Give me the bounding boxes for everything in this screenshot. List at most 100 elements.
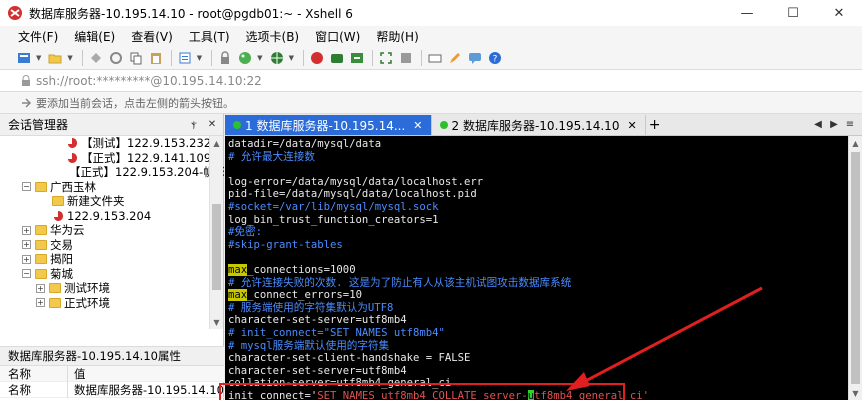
close-button[interactable]: ✕ (816, 0, 862, 26)
collapse-icon[interactable]: − (22, 182, 31, 192)
tree-item-label: 正式环境 (64, 295, 110, 310)
tree-item-label: 新建文件夹 (67, 194, 125, 209)
collapse-icon[interactable]: − (22, 269, 31, 279)
tree-item[interactable]: 【测试】122.9.153.232 (0, 136, 224, 151)
menu-view[interactable]: 查看(V) (131, 28, 173, 45)
tab-prev-icon[interactable]: ◀ (810, 116, 826, 132)
chat-icon[interactable] (467, 50, 483, 66)
terminal-line: #免密: (228, 226, 262, 239)
session-icon (54, 210, 63, 221)
open-dropdown-icon[interactable]: ▼ (67, 54, 72, 62)
tree-item[interactable]: + 华为云 (0, 223, 224, 238)
tree-item[interactable]: 【正式】122.9.153.204-帆钐 (0, 165, 224, 180)
scroll-up-icon[interactable]: ▲ (210, 136, 223, 150)
tree-item[interactable]: + 交易 (0, 238, 224, 253)
tab-close-icon[interactable]: ✕ (413, 119, 422, 132)
terminal-line: character-set-client-handshake = FALSE (228, 352, 471, 365)
xshell-icon[interactable] (309, 50, 325, 66)
disconnect-icon[interactable] (108, 50, 124, 66)
session-tree-scrollbar[interactable]: ▲ ▼ (209, 136, 223, 329)
hint-text: 要添加当前会话，点击左侧的箭头按钮。 (36, 96, 234, 110)
terminal-line: # 允许连接失败的次数. 这是为了防止有人从该主机试图攻击数据库系统 (228, 276, 572, 289)
add-session-arrow-icon[interactable] (20, 97, 32, 109)
terminal-scrollbar[interactable]: ▲ ▼ (848, 136, 862, 400)
tree-item[interactable]: 122.9.153.204 (0, 209, 224, 224)
new-session-dropdown-icon[interactable]: ▼ (36, 54, 41, 62)
folder-icon (35, 268, 47, 279)
globe-icon[interactable] (269, 50, 285, 66)
minimize-button[interactable]: — (724, 0, 770, 26)
terminal-line: max_connect_errors=10 (228, 289, 362, 302)
tab-label: 2 数据库服务器-10.195.14.10 (451, 118, 620, 133)
tree-item[interactable]: − 广西玉林 (0, 180, 224, 195)
tab-navigation: ◀ ▶ ≡ (810, 116, 858, 132)
help-icon[interactable]: ? (487, 50, 503, 66)
property-key: 名称 (0, 381, 68, 398)
scroll-up-icon[interactable]: ▲ (849, 136, 862, 150)
expand-icon[interactable]: + (22, 225, 31, 235)
tree-item[interactable]: − 菊城 (0, 267, 224, 282)
color-scheme-icon[interactable] (237, 50, 253, 66)
properties-header-row: 名称 值 (0, 365, 224, 382)
terminal-line: # 服务端使用的字符集默认为UTF8 (228, 301, 394, 314)
tab-next-icon[interactable]: ▶ (826, 116, 842, 132)
address-bar[interactable]: ssh://root:*********@10.195.14.10:22 (0, 70, 862, 92)
panel-close-icon[interactable]: ✕ (205, 117, 219, 131)
expand-icon[interactable]: + (22, 240, 31, 250)
color-dropdown-icon[interactable]: ▼ (257, 54, 262, 62)
tree-item-label: 122.9.153.204 (67, 208, 152, 223)
expand-icon[interactable]: + (36, 298, 45, 308)
tab-session-1[interactable]: 1 数据库服务器-10.195.14... ✕ (225, 115, 432, 135)
expand-icon[interactable]: + (22, 254, 31, 264)
fullscreen-icon[interactable] (378, 50, 394, 66)
tab-session-2[interactable]: 2 数据库服务器-10.195.14.10 ✕ (432, 115, 646, 135)
menu-tools[interactable]: 工具(T) (189, 28, 230, 45)
session-manager-title: 会话管理器 (8, 118, 69, 132)
properties-icon[interactable] (177, 50, 193, 66)
tree-item[interactable]: 【正式】122.9.141.109 (0, 151, 224, 166)
paste-icon[interactable] (148, 50, 164, 66)
copy-icon[interactable] (128, 50, 144, 66)
new-session-icon[interactable] (16, 50, 32, 66)
pin-icon[interactable]: ⲯ (187, 117, 201, 131)
lock-screen-icon[interactable] (398, 50, 414, 66)
tab-menu-icon[interactable]: ≡ (842, 116, 858, 132)
terminal-line: datadir=/data/mysql/data (228, 138, 382, 150)
session-manager-header: 会话管理器 ⲯ ✕ (0, 114, 223, 136)
menu-tabs[interactable]: 选项卡(B) (246, 28, 300, 45)
session-tabs: 1 数据库服务器-10.195.14... ✕ 2 数据库服务器-10.195.… (225, 114, 862, 136)
annotation-highlight-box (219, 383, 625, 400)
transfer-icon[interactable] (349, 50, 365, 66)
terminal-line: # 允许最大连接数 (228, 150, 315, 163)
globe-dropdown-icon[interactable]: ▼ (289, 54, 294, 62)
menu-edit[interactable]: 编辑(E) (74, 28, 115, 45)
xftp-icon[interactable] (329, 50, 345, 66)
scroll-thumb[interactable] (212, 204, 221, 290)
properties-row: 名称 数据库服务器-10.195.14.10 (0, 381, 224, 398)
toolbar-separator (81, 49, 83, 66)
xshell-logo-icon (8, 6, 22, 20)
lock-icon[interactable] (217, 50, 233, 66)
properties-dropdown-icon[interactable]: ▼ (197, 54, 202, 62)
terminal-line: #skip-grant-tables (228, 238, 343, 251)
tree-item[interactable]: + 正式环境 (0, 296, 224, 311)
open-folder-icon[interactable] (47, 50, 63, 66)
compose-icon[interactable] (447, 50, 463, 66)
terminal-line: #socket=/var/lib/mysql/mysql.sock (228, 201, 439, 213)
tree-item[interactable]: 新建文件夹 (0, 194, 224, 209)
scroll-down-icon[interactable]: ▼ (210, 315, 223, 329)
maximize-button[interactable]: ☐ (770, 0, 816, 26)
new-tab-button[interactable]: + (646, 115, 664, 135)
expand-icon[interactable]: + (36, 283, 45, 293)
scroll-down-icon[interactable]: ▼ (849, 386, 862, 400)
terminal-output[interactable]: datadir=/data/mysql/data # 允许最大连接数 log-err… (225, 136, 848, 400)
tree-item[interactable]: + 揭阳 (0, 252, 224, 267)
tab-close-icon[interactable]: ✕ (627, 119, 636, 132)
menu-help[interactable]: 帮助(H) (376, 28, 418, 45)
menu-window[interactable]: 窗口(W) (315, 28, 360, 45)
tree-item[interactable]: + 测试环境 (0, 281, 224, 296)
menu-file[interactable]: 文件(F) (18, 28, 58, 45)
scroll-thumb[interactable] (851, 152, 860, 384)
keyboard-icon[interactable] (427, 50, 443, 66)
reconnect-icon[interactable] (88, 50, 104, 66)
